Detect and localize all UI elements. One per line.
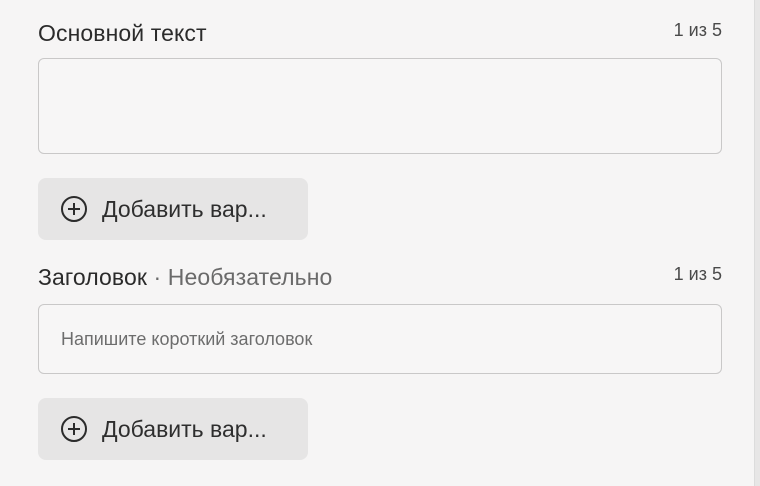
primary-text-label: Основной текст [38,20,207,46]
plus-circle-icon [61,416,87,442]
add-primary-text-variant-button[interactable]: Добавить вар... [38,178,308,240]
primary-text-section: Основной текст 1 из 5 Добавить вар... [38,18,722,240]
add-headline-variant-button[interactable]: Добавить вар... [38,398,308,460]
primary-text-counter: 1 из 5 [673,20,722,40]
primary-text-header: Основной текст 1 из 5 [38,18,722,50]
primary-text-textarea[interactable] [38,58,722,154]
panel-right-edge [754,0,760,486]
headline-counter: 1 из 5 [673,264,722,284]
headline-optional-label: · Необязательно [147,264,333,290]
headline-section: Заголовок · Необязательно 1 из 5 Добавит… [38,262,722,460]
ad-text-editor-panel: Основной текст 1 из 5 Добавить вар... За… [0,0,760,486]
headline-label-wrap: Заголовок · Необязательно [38,264,332,291]
headline-label: Заголовок [38,264,148,290]
add-variant-label: Добавить вар... [102,415,267,442]
headline-header: Заголовок · Необязательно 1 из 5 [38,262,722,294]
plus-circle-icon [61,196,87,222]
add-variant-label: Добавить вар... [102,195,267,222]
headline-input[interactable] [38,304,722,374]
